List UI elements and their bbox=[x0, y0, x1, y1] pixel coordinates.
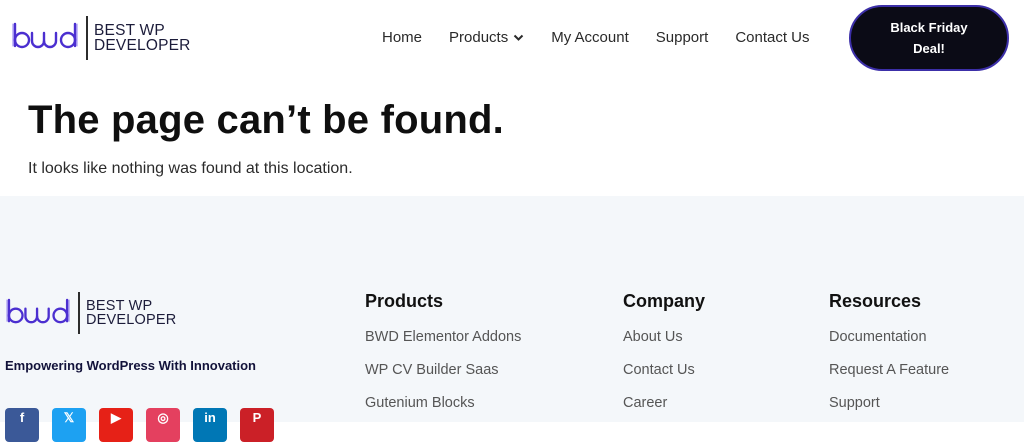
footer-column-company: Company About Us Contact Us Career bbox=[623, 290, 705, 427]
nav-home[interactable]: Home bbox=[382, 28, 422, 48]
nav-support-label: Support bbox=[655, 29, 709, 46]
cta-line-2: Deal! bbox=[913, 41, 945, 56]
footer-heading-resources: Resources bbox=[829, 291, 922, 311]
nav-my-account-label: My Account bbox=[551, 29, 629, 46]
page-title: The page can’t be found. bbox=[28, 98, 504, 142]
facebook-icon[interactable]: f bbox=[5, 408, 39, 442]
footer-tagline: Empowering WordPress With Innovation bbox=[5, 358, 256, 373]
footer-logo-divider bbox=[78, 292, 80, 334]
footer-column-resources: Resources Documentation Request A Featur… bbox=[829, 290, 949, 427]
instagram-icon[interactable]: ◎ bbox=[146, 408, 180, 442]
footer-link[interactable]: BWD Elementor Addons bbox=[365, 328, 521, 346]
footer-link[interactable]: About Us bbox=[623, 328, 705, 346]
footer-link[interactable]: Request A Feature bbox=[829, 361, 949, 379]
site-header: BEST WP DEVELOPER Home Products My Accou… bbox=[0, 0, 1024, 78]
linkedin-icon[interactable]: in bbox=[193, 408, 227, 442]
cta-line-1: Black Friday bbox=[890, 20, 968, 35]
footer-link[interactable]: Support bbox=[829, 394, 949, 412]
nav-support[interactable]: Support bbox=[656, 28, 709, 48]
youtube-icon[interactable]: ▶ bbox=[99, 408, 133, 442]
bwd-logo-mark-icon bbox=[12, 22, 78, 49]
pinterest-icon[interactable]: P bbox=[240, 408, 274, 442]
page-description: It looks like nothing was found at this … bbox=[28, 160, 353, 177]
site-logo[interactable]: BEST WP DEVELOPER bbox=[12, 16, 191, 60]
nav-contact-us-label: Contact Us bbox=[735, 29, 810, 46]
main-nav: Home Products My Account Support Contact… bbox=[382, 28, 837, 48]
footer-column-products: Products BWD Elementor Addons WP CV Buil… bbox=[365, 290, 521, 427]
site-footer: BEST WP DEVELOPER Empowering WordPress W… bbox=[0, 196, 1024, 442]
logo-wordmark: BEST WP DEVELOPER bbox=[94, 22, 191, 54]
footer-logo-line-1: BEST WP bbox=[86, 298, 153, 314]
logo-line-1: BEST WP bbox=[94, 22, 165, 39]
footer-logo-wordmark: BEST WP DEVELOPER bbox=[86, 298, 177, 328]
black-friday-deal-button[interactable]: Black Friday Deal! bbox=[849, 5, 1009, 71]
nav-home-label: Home bbox=[382, 29, 423, 46]
footer-link[interactable]: Contact Us bbox=[623, 361, 705, 379]
social-links: f 𝕏 ▶ ◎ in P bbox=[5, 408, 287, 442]
footer-logo-line-2: DEVELOPER bbox=[86, 312, 177, 328]
logo-divider bbox=[86, 16, 88, 60]
footer-link[interactable]: Gutenium Blocks bbox=[365, 394, 521, 412]
nav-my-account[interactable]: My Account bbox=[551, 28, 629, 48]
chevron-down-icon bbox=[513, 28, 524, 48]
footer-logo[interactable]: BEST WP DEVELOPER bbox=[6, 292, 176, 334]
logo-line-2: DEVELOPER bbox=[94, 37, 191, 54]
footer-link[interactable]: Documentation bbox=[829, 328, 949, 346]
nav-contact-us[interactable]: Contact Us bbox=[735, 28, 809, 48]
nav-products-label: Products bbox=[449, 29, 509, 46]
footer-heading-company: Company bbox=[623, 291, 706, 311]
footer-link[interactable]: Career bbox=[623, 394, 705, 412]
nav-products[interactable]: Products bbox=[449, 28, 524, 48]
x-twitter-icon[interactable]: 𝕏 bbox=[52, 408, 86, 442]
footer-heading-products: Products bbox=[365, 291, 444, 311]
footer-link[interactable]: WP CV Builder Saas bbox=[365, 361, 521, 379]
bwd-logo-mark-icon bbox=[6, 298, 70, 323]
